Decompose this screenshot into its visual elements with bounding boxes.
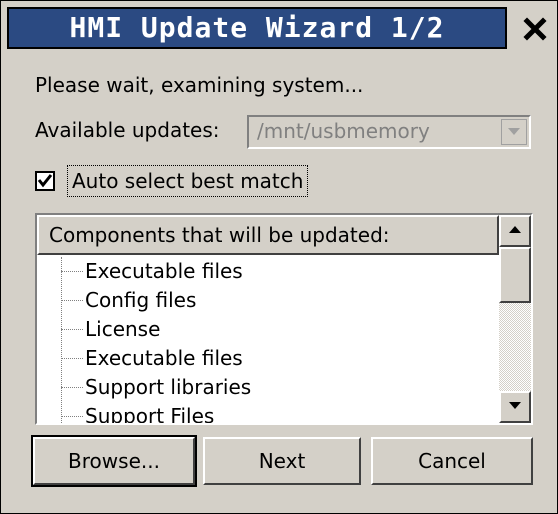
chevron-down-icon [508, 128, 520, 135]
auto-select-label[interactable]: Auto select best match [67, 165, 309, 197]
list-item-label: Executable files [85, 346, 243, 370]
cancel-button[interactable]: Cancel [371, 437, 533, 485]
list-item[interactable]: Support Files [37, 402, 497, 425]
components-list-header[interactable]: Components that will be updated: [37, 215, 499, 255]
tree-branch [61, 387, 83, 388]
browse-button[interactable]: Browse... [31, 435, 197, 487]
tree-branch [61, 416, 83, 417]
tree-branch [61, 358, 83, 359]
tree-branch [61, 329, 83, 330]
list-item-label: Config files [85, 288, 197, 312]
close-icon [523, 17, 547, 41]
list-item[interactable]: Executable files [37, 257, 497, 286]
scroll-up-button[interactable] [499, 215, 531, 247]
components-list[interactable]: Components that will be updated: Executa… [35, 213, 533, 425]
status-message: Please wait, examining system... [35, 73, 364, 97]
list-item-label: License [85, 317, 161, 341]
list-item-label: Support Files [85, 404, 215, 425]
components-header-label: Components that will be updated: [49, 223, 390, 247]
list-item-label: Executable files [85, 259, 243, 283]
arrow-up-icon [509, 226, 521, 233]
tree-branch [61, 300, 83, 301]
arrow-down-icon [509, 402, 521, 409]
title-bar[interactable]: HMI Update Wizard 1/2 [7, 7, 507, 49]
list-item[interactable]: Executable files [37, 344, 497, 373]
list-item[interactable]: Support libraries [37, 373, 497, 402]
components-items: Executable files Config files License Ex… [37, 257, 497, 425]
window-title: HMI Update Wizard 1/2 [69, 11, 445, 44]
vertical-scrollbar[interactable] [499, 215, 531, 423]
scroll-down-button[interactable] [499, 391, 531, 423]
available-updates-select[interactable]: /mnt/usbmemory [247, 115, 531, 149]
available-updates-label: Available updates: [35, 118, 220, 142]
dropdown-button[interactable] [501, 119, 527, 145]
update-wizard-window: HMI Update Wizard 1/2 Please wait, exami… [0, 0, 558, 514]
checkmark-icon [37, 174, 53, 188]
next-button[interactable]: Next [203, 437, 361, 485]
available-updates-value: /mnt/usbmemory [257, 119, 430, 143]
scroll-thumb[interactable] [499, 247, 531, 303]
list-item[interactable]: License [37, 315, 497, 344]
list-item[interactable]: Config files [37, 286, 497, 315]
close-button[interactable] [517, 9, 553, 47]
auto-select-checkbox[interactable] [35, 171, 55, 191]
tree-branch [61, 271, 83, 272]
list-item-label: Support libraries [85, 375, 252, 399]
